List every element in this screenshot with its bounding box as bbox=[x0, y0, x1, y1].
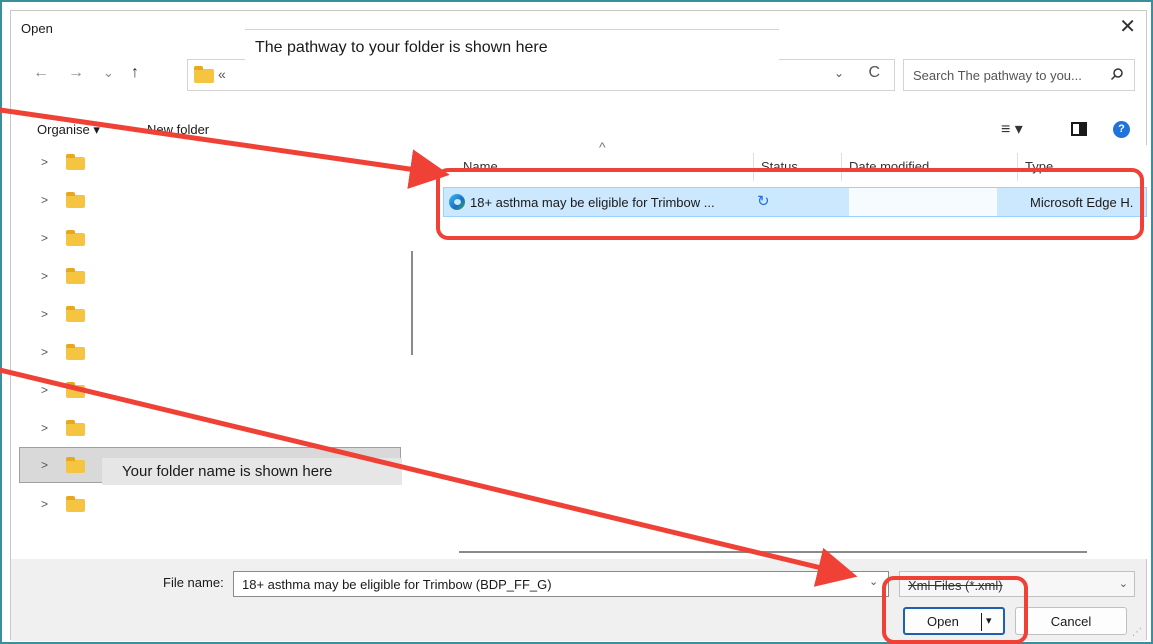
column-header-name[interactable]: Name bbox=[463, 159, 498, 174]
search-box[interactable]: Search The pathway to you... bbox=[903, 59, 1135, 91]
column-header-date-modified[interactable]: Date modified bbox=[849, 159, 929, 174]
navigation-pane: > > > > > > > > > Your folder name is sh… bbox=[11, 145, 427, 559]
preview-pane-icon[interactable] bbox=[1071, 122, 1087, 136]
search-icon bbox=[1110, 67, 1124, 84]
dialog-title: Open bbox=[21, 21, 53, 36]
chevron-right-icon[interactable]: > bbox=[41, 497, 48, 511]
tree-item[interactable]: > bbox=[11, 373, 415, 409]
organise-menu-button[interactable]: Organise ▾ bbox=[37, 122, 100, 138]
cancel-button-label: Cancel bbox=[1050, 614, 1092, 629]
date-modified-cell bbox=[849, 188, 997, 216]
new-folder-button[interactable]: New folder bbox=[147, 122, 209, 137]
chevron-right-icon[interactable]: > bbox=[41, 383, 48, 397]
file-name-cell: 18+ asthma may be eligible for Trimbow .… bbox=[470, 195, 715, 210]
tree-item[interactable]: > bbox=[11, 221, 415, 257]
microsoft-edge-icon bbox=[449, 194, 465, 210]
tree-item[interactable]: > bbox=[11, 487, 415, 523]
command-bar: Organise ▾ New folder ≡ ▾ ? bbox=[11, 119, 1146, 143]
folder-icon bbox=[66, 230, 85, 246]
column-header-type[interactable]: Type bbox=[1025, 159, 1053, 174]
horizontal-scrollbar[interactable] bbox=[459, 551, 1087, 553]
tree-item[interactable]: > bbox=[11, 335, 415, 371]
column-divider[interactable] bbox=[1017, 153, 1018, 181]
file-list-pane: ^ Name Status Date modified Type 18+ ast… bbox=[427, 139, 1147, 559]
tree-item[interactable]: > bbox=[11, 145, 415, 181]
file-type-filter-select[interactable]: Xml Files (*.xml) ⌄ bbox=[899, 571, 1135, 597]
back-arrow-icon[interactable]: ← bbox=[33, 63, 49, 83]
chevron-right-icon[interactable]: > bbox=[41, 421, 48, 435]
refresh-icon[interactable]: C bbox=[868, 64, 880, 82]
table-row[interactable]: 18+ asthma may be eligible for Trimbow .… bbox=[443, 187, 1147, 217]
folder-icon bbox=[66, 268, 85, 284]
path-annotation-label: The pathway to your folder is shown here bbox=[245, 29, 779, 63]
folder-icon bbox=[66, 154, 85, 170]
sync-icon: ↻ bbox=[757, 193, 770, 210]
breadcrumb-overflow-icon[interactable]: « bbox=[218, 66, 226, 82]
chevron-right-icon[interactable]: > bbox=[41, 269, 48, 283]
folder-icon bbox=[66, 306, 85, 322]
search-placeholder: Search The pathway to you... bbox=[913, 68, 1082, 83]
file-type-cell: Microsoft Edge H. bbox=[1030, 195, 1134, 210]
help-icon[interactable]: ? bbox=[1113, 121, 1130, 138]
folder-icon bbox=[66, 344, 85, 360]
recent-locations-chevron-icon[interactable]: ⌄ bbox=[103, 63, 114, 83]
chevron-right-icon[interactable]: > bbox=[41, 155, 48, 169]
open-file-dialog: Open ✕ ← → ⌄ ↑ « ⌄ C Search The pathway … bbox=[10, 10, 1147, 641]
folder-icon bbox=[66, 457, 85, 473]
folder-annotation-label: Your folder name is shown here bbox=[102, 458, 402, 485]
address-bar[interactable]: « ⌄ C bbox=[187, 59, 895, 91]
chevron-right-icon[interactable]: > bbox=[41, 231, 48, 245]
folder-icon bbox=[66, 382, 85, 398]
tree-item[interactable]: > bbox=[11, 259, 415, 295]
folder-icon bbox=[66, 192, 85, 208]
cancel-button[interactable]: Cancel bbox=[1015, 607, 1127, 635]
file-name-label: File name: bbox=[163, 575, 224, 590]
address-dropdown-icon[interactable]: ⌄ bbox=[834, 66, 844, 80]
forward-arrow-icon[interactable]: → bbox=[68, 63, 84, 83]
close-icon[interactable]: ✕ bbox=[1119, 15, 1136, 39]
dialog-footer: File name: ⌄ Xml Files (*.xml) ⌄ Open ▾ … bbox=[11, 559, 1146, 641]
tree-item-selected[interactable]: > Your folder name is shown here bbox=[19, 447, 402, 485]
resize-grip-icon[interactable]: ⋰ bbox=[1132, 627, 1142, 638]
file-type-filter-value: Xml Files (*.xml) bbox=[908, 578, 1003, 593]
chevron-right-icon[interactable]: > bbox=[41, 307, 48, 321]
folder-icon bbox=[66, 420, 85, 436]
sort-ascending-icon: ^ bbox=[599, 139, 606, 155]
file-name-input[interactable] bbox=[233, 571, 889, 597]
open-options-dropdown-icon[interactable]: ▾ bbox=[986, 614, 992, 627]
chevron-down-icon[interactable]: ⌄ bbox=[1119, 577, 1128, 590]
column-header-status[interactable]: Status bbox=[761, 159, 798, 174]
tree-item[interactable]: > bbox=[11, 183, 415, 219]
open-button[interactable]: Open ▾ bbox=[903, 607, 1005, 635]
chevron-right-icon[interactable]: > bbox=[41, 193, 48, 207]
chevron-right-icon[interactable]: > bbox=[41, 458, 48, 472]
tree-item[interactable]: > bbox=[11, 411, 415, 447]
view-options-icon[interactable]: ≡ ▾ bbox=[1001, 119, 1023, 139]
column-divider[interactable] bbox=[841, 153, 842, 181]
tree-item[interactable]: > bbox=[11, 297, 415, 333]
folder-icon bbox=[194, 66, 214, 83]
open-button-label: Open bbox=[927, 614, 959, 629]
chevron-right-icon[interactable]: > bbox=[41, 345, 48, 359]
folder-icon bbox=[66, 496, 85, 512]
file-name-dropdown-icon[interactable]: ⌄ bbox=[869, 575, 878, 588]
split-divider bbox=[981, 613, 982, 631]
column-divider[interactable] bbox=[753, 153, 754, 181]
navigation-scrollbar[interactable] bbox=[411, 251, 413, 355]
up-arrow-icon[interactable]: ↑ bbox=[131, 63, 139, 83]
